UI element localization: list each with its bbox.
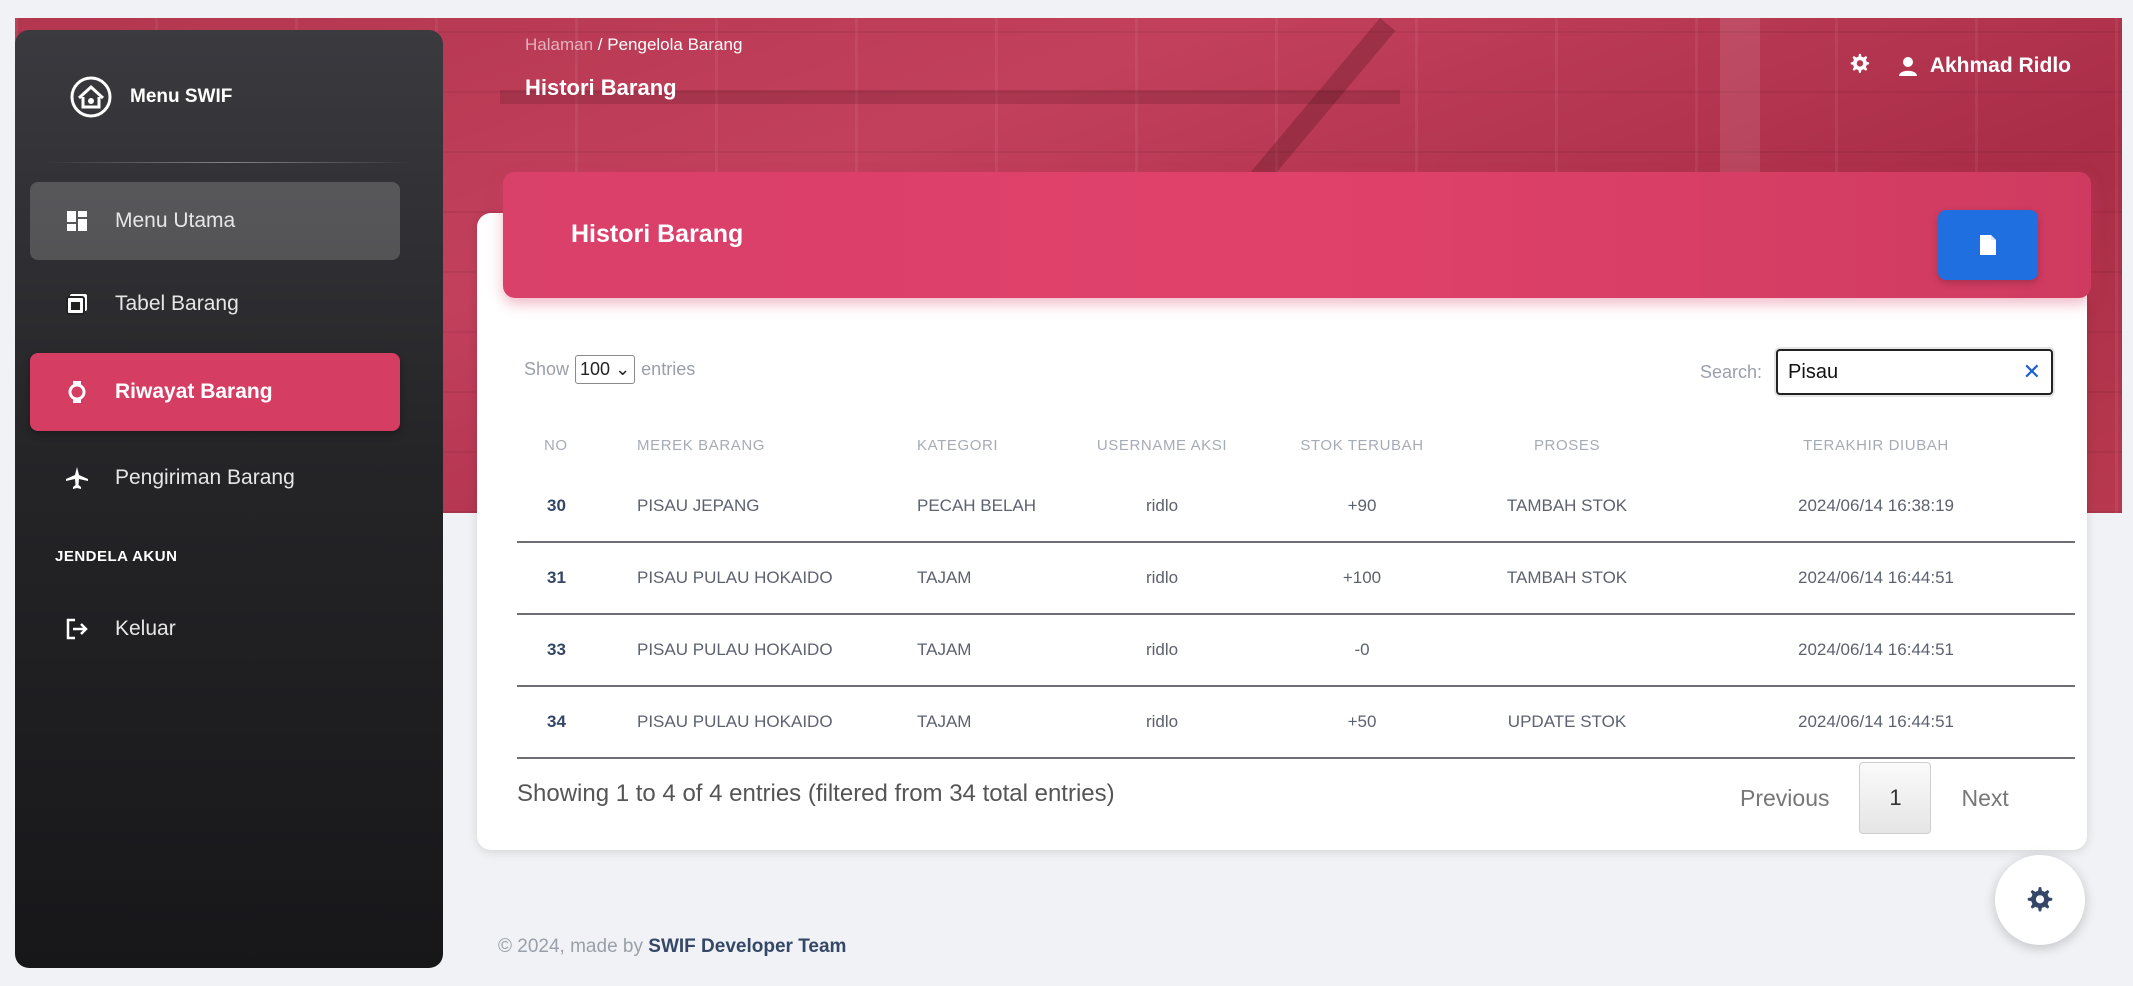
cell-username: ridlo [1057, 470, 1267, 543]
next-button[interactable]: Next [1961, 785, 2008, 812]
search-value: Pisau [1788, 360, 1839, 383]
footer: © 2024, made by SWIF Developer Team [498, 936, 846, 958]
cell-username: ridlo [1057, 614, 1267, 687]
cell-stok: +50 [1267, 686, 1457, 759]
column-header-username[interactable]: USERNAME AKSI [1057, 420, 1267, 470]
search-label: Search: [1700, 361, 1763, 382]
brand-name: Menu SWIF [130, 86, 233, 107]
table-row: 31 PISAU PULAU HOKAIDO TAJAM ridlo +100 … [517, 542, 2075, 615]
cell-proses: UPDATE STOK [1457, 686, 1677, 759]
logout-icon [65, 617, 89, 641]
sidebar-item-label: Tabel Barang [115, 292, 239, 315]
user-menu[interactable]: Akhmad Ridlo [1898, 54, 2071, 78]
topbar-actions: Akhmad Ridlo [1848, 52, 2071, 79]
column-header-proses[interactable]: PROSES [1457, 420, 1677, 470]
dashboard-icon [65, 209, 89, 233]
cell-stok: +90 [1267, 470, 1457, 543]
show-label: Show [524, 359, 570, 379]
sidebar-item-keluar[interactable]: Keluar [30, 590, 400, 668]
table-row: 34 PISAU PULAU HOKAIDO TAJAM ridlo +50 U… [517, 686, 2075, 759]
sidebar-item-label: Riwayat Barang [115, 380, 273, 403]
watch-icon [65, 380, 89, 404]
cell-stok: -0 [1267, 614, 1457, 687]
table-icon [65, 292, 89, 316]
cell-stok: +100 [1267, 542, 1457, 615]
cell-kategori: TAJAM [887, 686, 1057, 759]
cell-no: 30 [517, 470, 597, 543]
column-header-terakhir[interactable]: TERAKHIR DIUBAH [1677, 420, 2075, 470]
breadcrumb-root[interactable]: Halaman [525, 35, 593, 54]
gear-icon[interactable] [1848, 52, 1870, 79]
cell-merek: PISAU PULAU HOKAIDO [597, 686, 887, 759]
cell-merek: PISAU PULAU HOKAIDO [597, 614, 887, 687]
cell-username: ridlo [1057, 686, 1267, 759]
document-icon [1980, 235, 1996, 255]
column-header-kategori[interactable]: KATEGORI [887, 420, 1057, 470]
column-header-stok[interactable]: STOK TERUBAH [1267, 420, 1457, 470]
airplane-icon [65, 466, 89, 490]
gear-icon [2027, 887, 2053, 912]
footer-prefix: © 2024, made by [498, 936, 643, 957]
export-pdf-button[interactable] [1938, 210, 2038, 280]
sidebar-item-menu-utama[interactable]: Menu Utama [30, 182, 400, 260]
cell-proses [1457, 614, 1677, 687]
column-header-no[interactable]: NO [517, 420, 597, 470]
cell-merek: PISAU PULAU HOKAIDO [597, 542, 887, 615]
page-button[interactable]: 1 [1859, 762, 1932, 834]
table-info: Showing 1 to 4 of 4 entries (filtered fr… [517, 780, 1115, 807]
cell-terakhir: 2024/06/14 16:44:51 [1677, 542, 2075, 615]
sidebar-item-label: Pengiriman Barang [115, 466, 295, 489]
sidebar-section-title: JENDELA AKUN [55, 548, 178, 565]
cell-terakhir: 2024/06/14 16:44:51 [1677, 686, 2075, 759]
show-entries-control: Show 100 ⌄ entries [524, 355, 695, 384]
cell-kategori: PECAH BELAH [887, 470, 1057, 543]
cell-no: 33 [517, 614, 597, 687]
table-row: 33 PISAU PULAU HOKAIDO TAJAM ridlo -0 20… [517, 614, 2075, 687]
cell-no: 31 [517, 542, 597, 615]
table-row: 30 PISAU JEPANG PECAH BELAH ridlo +90 TA… [517, 470, 2075, 543]
search-control: Search: Pisau ✕ [1700, 349, 2054, 395]
background-beam [1720, 18, 1760, 178]
breadcrumb: Halaman / Pengelola Barang [525, 35, 742, 55]
cell-username: ridlo [1057, 542, 1267, 615]
cell-terakhir: 2024/06/14 16:44:51 [1677, 614, 2075, 687]
footer-team-link[interactable]: SWIF Developer Team [648, 936, 846, 957]
user-icon [1898, 56, 1917, 76]
previous-button[interactable]: Previous [1740, 785, 1829, 812]
breadcrumb-current: Pengelola Barang [607, 35, 743, 54]
cell-kategori: TAJAM [887, 614, 1057, 687]
cell-proses: TAMBAH STOK [1457, 542, 1677, 615]
cell-proses: TAMBAH STOK [1457, 470, 1677, 543]
clear-search-icon[interactable]: ✕ [2023, 359, 2041, 385]
sidebar-item-pengiriman-barang[interactable]: Pengiriman Barang [30, 439, 400, 517]
entries-label: entries [641, 359, 696, 379]
table-header-row: NO MEREK BARANG KATEGORI USERNAME AKSI S… [517, 420, 2075, 470]
card-title: Histori Barang [571, 220, 744, 248]
user-name: Akhmad Ridlo [1929, 53, 2071, 77]
entries-value: 100 [580, 359, 611, 379]
sidebar-item-tabel-barang[interactable]: Tabel Barang [30, 265, 400, 343]
brand[interactable]: Menu SWIF [70, 76, 232, 118]
sidebar-item-riwayat-barang[interactable]: Riwayat Barang [30, 353, 400, 431]
cell-kategori: TAJAM [887, 542, 1057, 615]
history-table: NO MEREK BARANG KATEGORI USERNAME AKSI S… [517, 420, 2075, 759]
cell-no: 34 [517, 686, 597, 759]
page-title: Histori Barang [525, 75, 677, 100]
column-header-merek[interactable]: MEREK BARANG [597, 420, 887, 470]
sidebar-divider [45, 162, 413, 163]
card-header: Histori Barang [503, 172, 2091, 298]
cell-terakhir: 2024/06/14 16:38:19 [1677, 470, 2075, 543]
settings-fab-button[interactable] [1995, 855, 2085, 945]
pagination: Previous 1 Next [1740, 762, 2009, 834]
search-input[interactable]: Pisau ✕ [1776, 349, 2054, 395]
entries-select[interactable]: 100 ⌄ [575, 355, 636, 384]
sidebar-item-label: Keluar [115, 617, 176, 640]
home-logo-icon [70, 76, 112, 118]
sidebar-item-label: Menu Utama [115, 209, 236, 232]
breadcrumb-separator: / [597, 35, 603, 54]
cell-merek: PISAU JEPANG [597, 470, 887, 543]
